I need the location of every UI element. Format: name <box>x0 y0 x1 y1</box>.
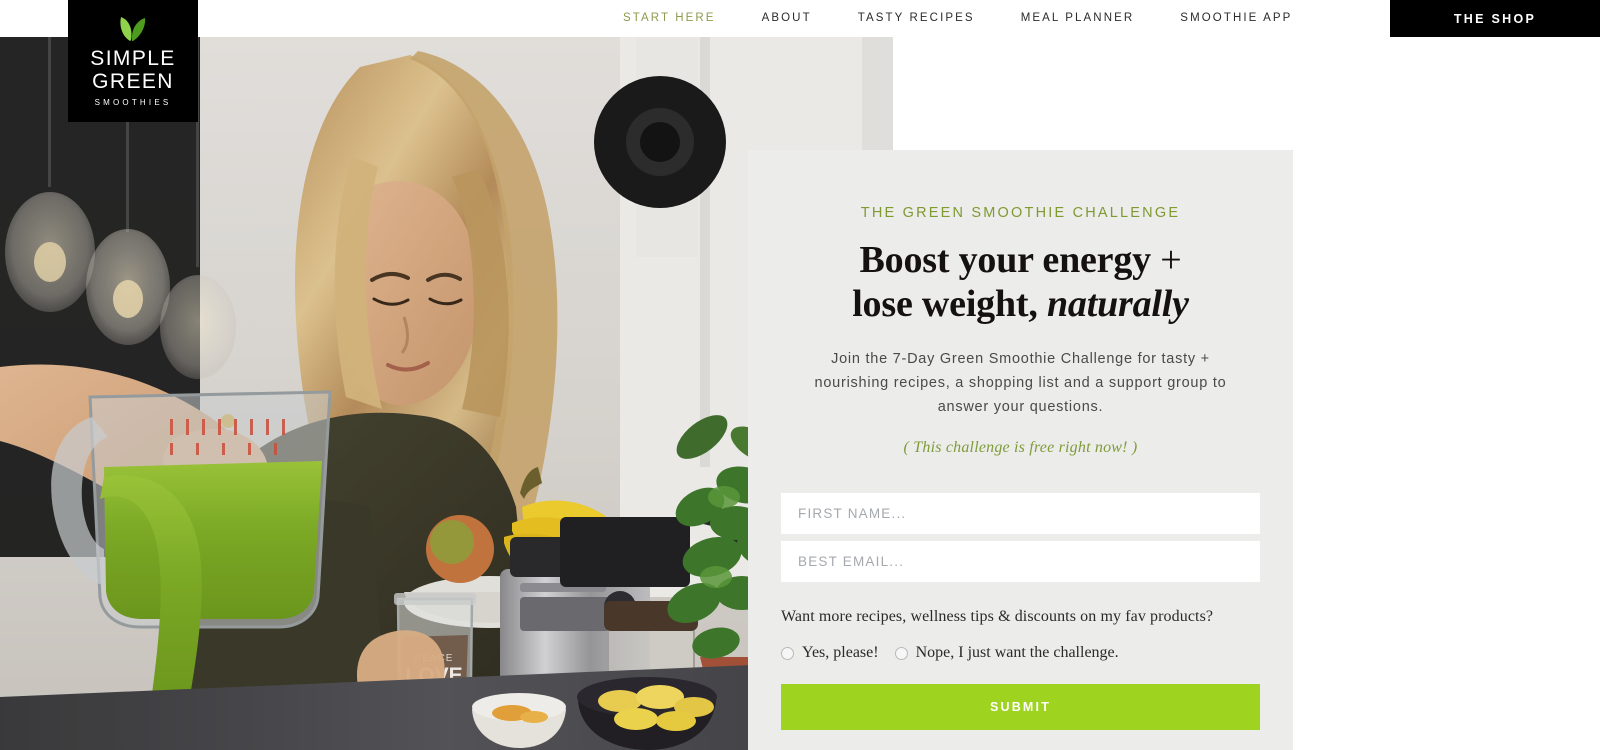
radio-no-label: Nope, I just want the challenge. <box>915 644 1119 661</box>
optin-question: Want more recipes, wellness tips & disco… <box>781 608 1214 625</box>
the-shop-label: THE SHOP <box>1453 11 1537 26</box>
nav-item-meal-planner[interactable]: MEAL PLANNER <box>998 0 1158 37</box>
radio-no-circle[interactable] <box>894 646 908 660</box>
the-shop-button[interactable]: THE SHOP <box>1390 0 1600 37</box>
nav-item-about[interactable]: ABOUT <box>739 0 835 37</box>
nav-item-start-here[interactable]: START HERE <box>600 0 739 37</box>
landing-page: LOVE PEACE my greens <box>0 0 1600 750</box>
panel-eyebrow: THE GREEN SMOOTHIE CHALLENGE <box>860 205 1181 221</box>
radio-option-yes[interactable]: Yes, please! <box>781 644 879 662</box>
first-name-input[interactable] <box>781 493 1260 534</box>
leaf-icon <box>113 16 153 42</box>
nav-item-smoothie-app[interactable]: SMOOTHIE APP <box>1157 0 1315 37</box>
logo-subtitle: SMOOTHIES <box>94 97 172 107</box>
radio-option-no[interactable]: Nope, I just want the challenge. <box>894 644 1119 662</box>
headline-line2: lose weight, <box>852 283 1047 325</box>
optin-radio-group: Yes, please! Nope, I just want the chall… <box>781 644 1260 662</box>
nav-item-tasty-recipes[interactable]: TASTY RECIPES <box>835 0 998 37</box>
submit-button[interactable]: SUBMIT <box>781 684 1260 730</box>
headline-line1: Boost your energy <box>859 239 1161 281</box>
free-note: ( This challenge is free right now! ) <box>903 439 1138 456</box>
panel-description: Join the 7-Day Green Smoothie Challenge … <box>814 351 1227 415</box>
site-header: START HERE ABOUT TASTY RECIPES MEAL PLAN… <box>0 0 1600 37</box>
site-logo[interactable]: SIMPLE GREEN SMOOTHIES <box>68 0 198 122</box>
radio-yes-label: Yes, please! <box>802 644 879 661</box>
headline-italic-word: naturally <box>1046 283 1189 325</box>
signup-panel: THE GREEN SMOOTHIE CHALLENGE Boost your … <box>748 150 1293 750</box>
email-input[interactable] <box>781 541 1260 582</box>
page-title: Boost your energy + lose weight, natural… <box>781 238 1260 326</box>
radio-yes-circle[interactable] <box>781 646 794 660</box>
logo-line-2: GREEN <box>92 69 174 93</box>
main-navigation: START HERE ABOUT TASTY RECIPES MEAL PLAN… <box>600 0 1315 37</box>
logo-line-1: SIMPLE <box>90 46 176 70</box>
headline-plus: + <box>1160 239 1182 281</box>
